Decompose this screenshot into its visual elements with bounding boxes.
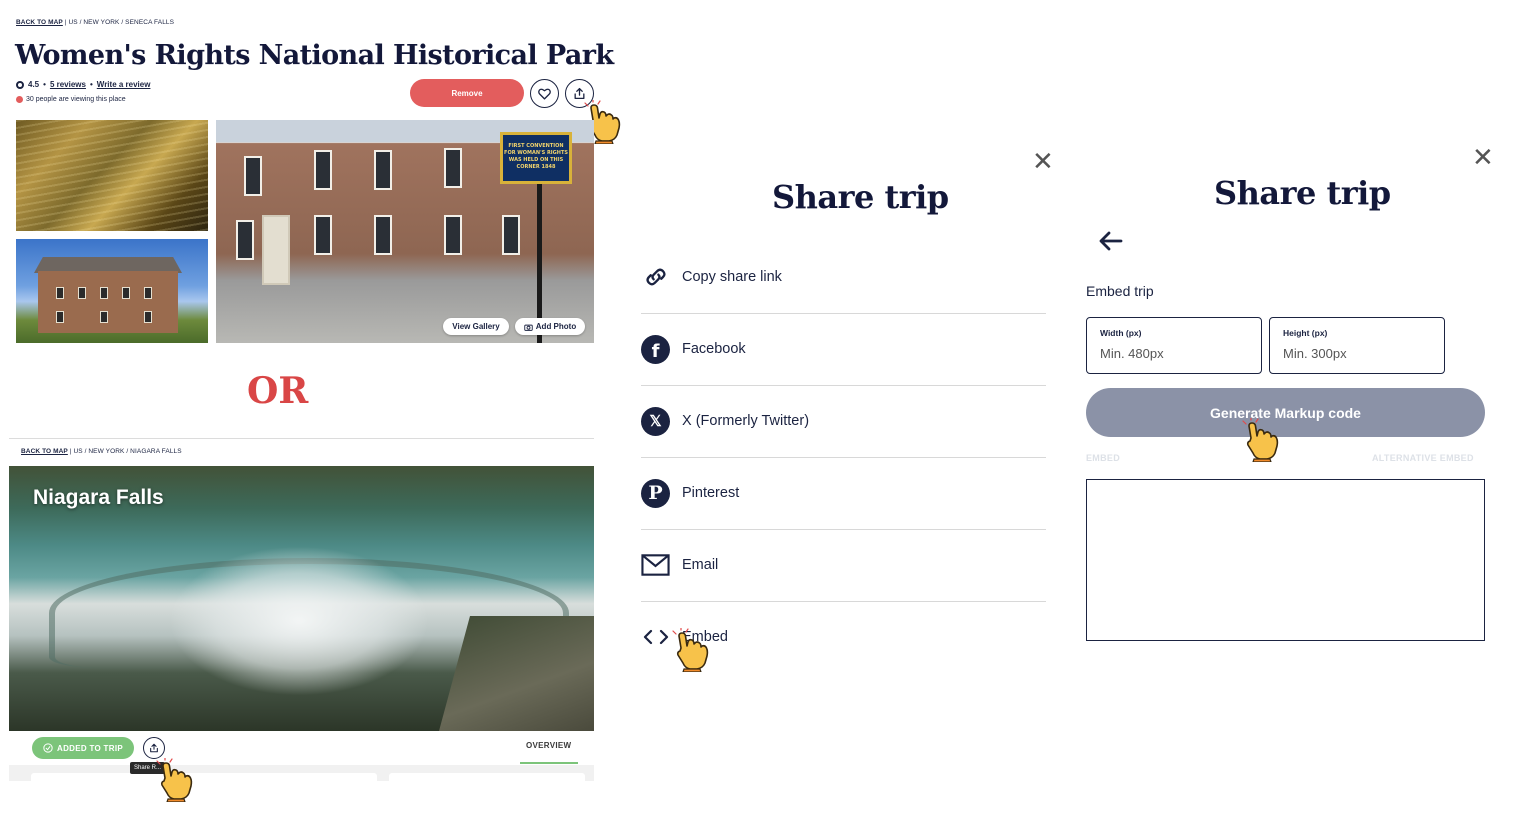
share-option-facebook[interactable]: f Facebook [641,313,1046,385]
share-option-x[interactable]: 𝕏 X (Formerly Twitter) [641,385,1046,457]
divider [9,438,594,439]
photo-detail [56,287,64,299]
photo-detail [444,215,462,255]
close-icon[interactable]: ✕ [1032,148,1054,174]
photo-detail [56,311,64,323]
photo-detail [78,287,86,299]
historical-marker-sign: FIRST CONVENTION FOR WOMAN'S RIGHTS WAS … [500,132,572,184]
write-review-link[interactable]: Write a review [97,80,151,89]
pinterest-icon: P [641,478,670,508]
view-gallery-button[interactable]: View Gallery [443,318,509,335]
breadcrumb-path: | US / NEW YORK / NIAGARA FALLS [67,448,182,455]
card-edge [31,773,377,781]
photo-detail [314,215,332,255]
photo-detail [100,311,108,323]
favorite-button[interactable] [530,79,559,108]
share-option-label: X (Formerly Twitter) [682,413,810,429]
breadcrumb-path: | US / NEW YORK / SENECA FALLS [62,19,175,26]
photo-detail [100,287,108,299]
add-photo-button[interactable]: Add Photo [515,318,585,335]
page-title: Women's Rights National Historical Park [15,40,614,71]
bullet-separator: • [43,80,46,89]
hand-cursor-icon [1242,418,1286,462]
bullet-separator: • [89,80,93,89]
share-modal-title: Share trip [772,178,949,216]
email-icon [641,551,670,580]
share-option-copy-link[interactable]: Copy share link [641,241,1046,313]
camera-icon [524,324,533,331]
x-twitter-icon: 𝕏 [641,406,670,436]
hand-cursor-icon [156,758,200,802]
share-upload-icon [574,87,585,100]
share-option-email[interactable]: Email [641,529,1046,601]
added-to-trip-label: ADDED TO TRIP [57,743,123,753]
share-option-label: Copy share link [682,269,782,285]
link-icon [641,263,670,292]
height-input[interactable] [1283,346,1423,361]
photo-detail [314,150,332,190]
share-option-label: Email [682,557,719,573]
viewing-indicator: 30 people are viewing this place [16,96,126,103]
add-photo-label: Add Photo [535,322,577,331]
heart-icon [538,88,551,100]
or-separator: OR [247,370,309,412]
breadcrumb: BACK TO MAP | US / NEW YORK / NIAGARA FA… [21,448,182,455]
arrow-left-icon[interactable] [1098,230,1124,252]
tab-alternative-embed[interactable]: ALTERNATIVE EMBED [1372,453,1474,463]
tab-active-indicator [520,762,578,764]
share-option-pinterest[interactable]: P Pinterest [641,457,1046,529]
height-field[interactable]: Height (px) [1269,317,1445,374]
rating-row: 4.5 • 5 reviews • Write a review [16,80,150,89]
share-upload-icon [150,743,158,753]
photo-detail [236,220,254,260]
height-label: Height (px) [1283,328,1328,338]
code-icon [641,623,670,652]
photo-detail [262,215,290,285]
photo-detail [444,148,462,188]
gallery-photo-plaque[interactable] [16,120,208,231]
gallery-photo-chapel[interactable] [16,239,208,343]
back-to-map-link[interactable]: BACK TO MAP [16,19,63,26]
share-button[interactable] [143,737,165,759]
tab-embed[interactable]: EMBED [1086,453,1120,463]
photo-detail [144,287,152,299]
photo-detail [38,271,178,333]
back-to-map-link[interactable]: BACK TO MAP [21,448,68,455]
card-edge [389,773,585,781]
width-field[interactable]: Width (px) [1086,317,1262,374]
photo-detail [169,546,429,696]
share-option-label: Facebook [682,341,746,357]
place-title: Niagara Falls [33,486,164,509]
share-modal-title: Share trip [1214,174,1391,212]
share-option-label: Pinterest [682,485,740,501]
photo-detail [244,156,262,196]
photo-detail [374,215,392,255]
content-strip [9,765,594,781]
photo-detail [144,311,152,323]
width-label: Width (px) [1100,328,1142,338]
close-icon[interactable]: ✕ [1472,144,1494,170]
viewing-text: 30 people are viewing this place [26,96,126,103]
fire-icon [16,96,23,103]
embed-code-textarea[interactable] [1086,479,1485,641]
photo-detail [374,150,392,190]
reviews-link[interactable]: 5 reviews [50,80,86,89]
rating-value: 4.5 [28,80,40,89]
photo-detail [122,287,130,299]
added-to-trip-button[interactable]: ADDED TO TRIP [32,737,134,759]
remove-button[interactable]: Remove [410,79,524,107]
check-circle-icon [43,743,53,753]
rating-icon [16,80,24,89]
photo-detail [502,215,520,255]
facebook-icon: f [641,334,670,364]
gallery-photo-main[interactable]: FIRST CONVENTION FOR WOMAN'S RIGHTS WAS … [216,120,594,343]
width-input[interactable] [1100,346,1240,361]
embed-section-label: Embed trip [1086,283,1154,299]
breadcrumb: BACK TO MAP | US / NEW YORK / SENECA FAL… [16,19,174,26]
tab-overview[interactable]: OVERVIEW [526,741,571,750]
hand-cursor-icon [672,628,716,672]
